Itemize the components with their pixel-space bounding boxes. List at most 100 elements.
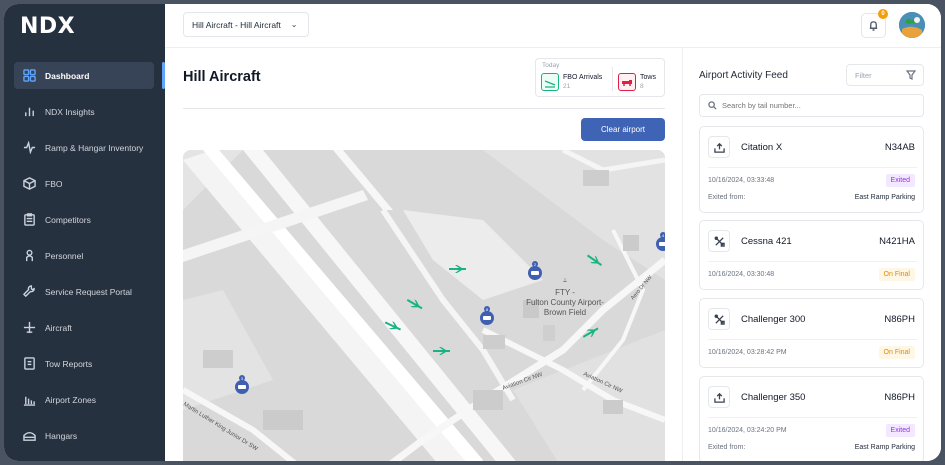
tail-search-input[interactable] xyxy=(722,101,912,110)
card-divider xyxy=(708,417,917,418)
activity-card[interactable]: Challenger 300 N86PH 10/16/2024, 03:28:4… xyxy=(699,298,924,368)
airport-label: FTY - xyxy=(555,288,575,297)
sidebar-item-label: Ramp & Hangar Inventory xyxy=(45,142,144,153)
sidebar-item-label: FBO xyxy=(45,178,63,189)
organization-select-value: Hill Aircraft - Hill Aircraft xyxy=(192,19,281,30)
event-time: 10/16/2024, 03:33:48 xyxy=(708,177,775,184)
today-summary: Today FBO Arrivals 21 Tows 8 xyxy=(535,58,665,97)
grid-icon xyxy=(22,69,36,83)
zones-icon xyxy=(22,393,36,407)
sidebar-item-label: NDX Insights xyxy=(45,106,95,117)
airport-map-canvas[interactable]: Aviation Cir NW Aviation Cir NW Martin L… xyxy=(183,150,665,461)
clear-airport-button[interactable]: Clear airport xyxy=(581,118,665,141)
fbo-arrivals-metric[interactable]: FBO Arrivals 21 xyxy=(541,73,602,91)
chevron-down-icon: ⌄ xyxy=(290,20,298,29)
airport-map[interactable]: Aviation Cir NW Aviation Cir NW Martin L… xyxy=(183,150,665,461)
activity-card[interactable]: Cessna 421 N421HA 10/16/2024, 03:30:48 O… xyxy=(699,220,924,290)
plane-icon xyxy=(22,321,36,335)
tows-label: Tows xyxy=(640,74,656,81)
sidebar-item-label: Personnel xyxy=(45,250,84,261)
search-icon xyxy=(708,101,717,110)
main-area: Hill Aircraft - Hill Aircraft ⌄ 0 Hill A… xyxy=(165,4,941,461)
event-time: 10/16/2024, 03:24:20 PM xyxy=(708,427,787,434)
tools-icon xyxy=(708,230,730,252)
filter-label: Filter xyxy=(855,70,872,80)
location-label: Exited from: xyxy=(708,194,746,201)
airport-marker-icon: ⟂ xyxy=(563,277,567,284)
notification-badge: 0 xyxy=(878,9,888,19)
sidebar-item-service-request-portal[interactable]: Service Request Portal xyxy=(14,278,154,305)
sidebar-item-label: Dashboard xyxy=(45,70,90,81)
location-value: East Ramp Parking xyxy=(854,194,915,201)
tail-number: N86PH xyxy=(884,314,915,325)
sidebar-item-dashboard[interactable]: Dashboard xyxy=(14,62,154,89)
card-divider xyxy=(708,339,917,340)
page-title: Hill Aircraft xyxy=(183,69,261,85)
wrench-icon xyxy=(22,285,36,299)
sidebar-item-label: Aircraft xyxy=(45,322,72,333)
upload-icon xyxy=(708,386,730,408)
person-icon xyxy=(22,249,36,263)
status-badge: Exited xyxy=(885,424,915,437)
aircraft-name: Challenger 300 xyxy=(741,314,806,325)
status-badge: Exited xyxy=(885,174,915,187)
aircraft-name: Cessna 421 xyxy=(741,236,792,247)
fbo-arrivals-label: FBO Arrivals xyxy=(563,74,603,81)
sidebar-item-fbo[interactable]: FBO xyxy=(14,170,154,197)
tows-metric[interactable]: Tows 8 xyxy=(618,73,656,91)
top-bar: Hill Aircraft - Hill Aircraft ⌄ 0 xyxy=(165,4,941,48)
activity-feed: Airport Activity Feed Filter Citation X … xyxy=(682,48,941,461)
sidebar-item-label: Service Request Portal xyxy=(45,286,132,297)
event-time: 10/16/2024, 03:30:48 xyxy=(708,271,775,278)
airport-label: Brown Field xyxy=(544,308,586,317)
filter-icon xyxy=(906,70,916,80)
sidebar-item-personnel[interactable]: Personnel xyxy=(14,242,154,269)
bar-chart-icon xyxy=(22,105,36,119)
organization-select[interactable]: Hill Aircraft - Hill Aircraft ⌄ xyxy=(183,12,309,37)
card-divider xyxy=(708,167,917,168)
location-label: Exited from: xyxy=(708,444,746,451)
card-divider xyxy=(708,261,917,262)
tools-icon xyxy=(708,308,730,330)
activity-card[interactable]: Challenger 350 N86PH 10/16/2024, 03:24:2… xyxy=(699,376,924,461)
activity-card[interactable]: Citation X N34AB 10/16/2024, 03:33:48 Ex… xyxy=(699,126,924,213)
sidebar-item-ndx-insights[interactable]: NDX Insights xyxy=(14,98,154,125)
tail-search[interactable] xyxy=(699,94,924,117)
airport-label: Fulton County Airport- xyxy=(526,298,604,307)
fbo-arrivals-value: 21 xyxy=(563,83,571,90)
box-icon xyxy=(22,177,36,191)
sidebar-item-competitors[interactable]: Competitors xyxy=(14,206,154,233)
event-time: 10/16/2024, 03:28:42 PM xyxy=(708,349,787,356)
tail-number: N34AB xyxy=(884,142,915,153)
tail-number: N421HA xyxy=(879,236,915,247)
sidebar-item-aircraft[interactable]: Aircraft xyxy=(14,314,154,341)
tail-number: N86PH xyxy=(884,392,915,403)
ndx-logo[interactable]: NDX xyxy=(20,14,75,39)
sidebar: NDX Dashboard NDX Insights Ramp & Hangar… xyxy=(4,4,165,461)
aircraft-name: Citation X xyxy=(741,142,783,153)
app-window: NDX Dashboard NDX Insights Ramp & Hangar… xyxy=(4,4,941,461)
filter-button[interactable]: Filter xyxy=(846,64,924,86)
sidebar-item-label: Airport Zones xyxy=(45,394,97,405)
report-icon xyxy=(22,357,36,371)
avatar[interactable] xyxy=(899,12,925,38)
sidebar-item-airport-zones[interactable]: Airport Zones xyxy=(14,386,154,413)
status-badge: On Final xyxy=(878,268,915,281)
aircraft-name: Challenger 350 xyxy=(741,392,806,403)
section-divider xyxy=(183,108,665,109)
feed-title: Airport Activity Feed xyxy=(699,70,788,81)
location-value: East Ramp Parking xyxy=(854,444,915,451)
sidebar-nav: Dashboard NDX Insights Ramp & Hangar Inv… xyxy=(4,62,165,458)
sidebar-item-label: Tow Reports xyxy=(45,358,93,369)
today-label: Today xyxy=(542,62,560,69)
tow-truck-icon xyxy=(618,73,636,91)
hangar-icon xyxy=(22,429,36,443)
clipboard-icon xyxy=(22,213,36,227)
sidebar-item-ramp-hangar-inventory[interactable]: Ramp & Hangar Inventory xyxy=(14,134,154,161)
sidebar-item-hangars[interactable]: Hangars xyxy=(14,422,154,449)
arrival-icon xyxy=(541,73,559,91)
bell-icon xyxy=(869,21,878,31)
upload-icon xyxy=(708,136,730,158)
sidebar-item-tow-reports[interactable]: Tow Reports xyxy=(14,350,154,377)
status-badge: On Final xyxy=(878,346,915,359)
